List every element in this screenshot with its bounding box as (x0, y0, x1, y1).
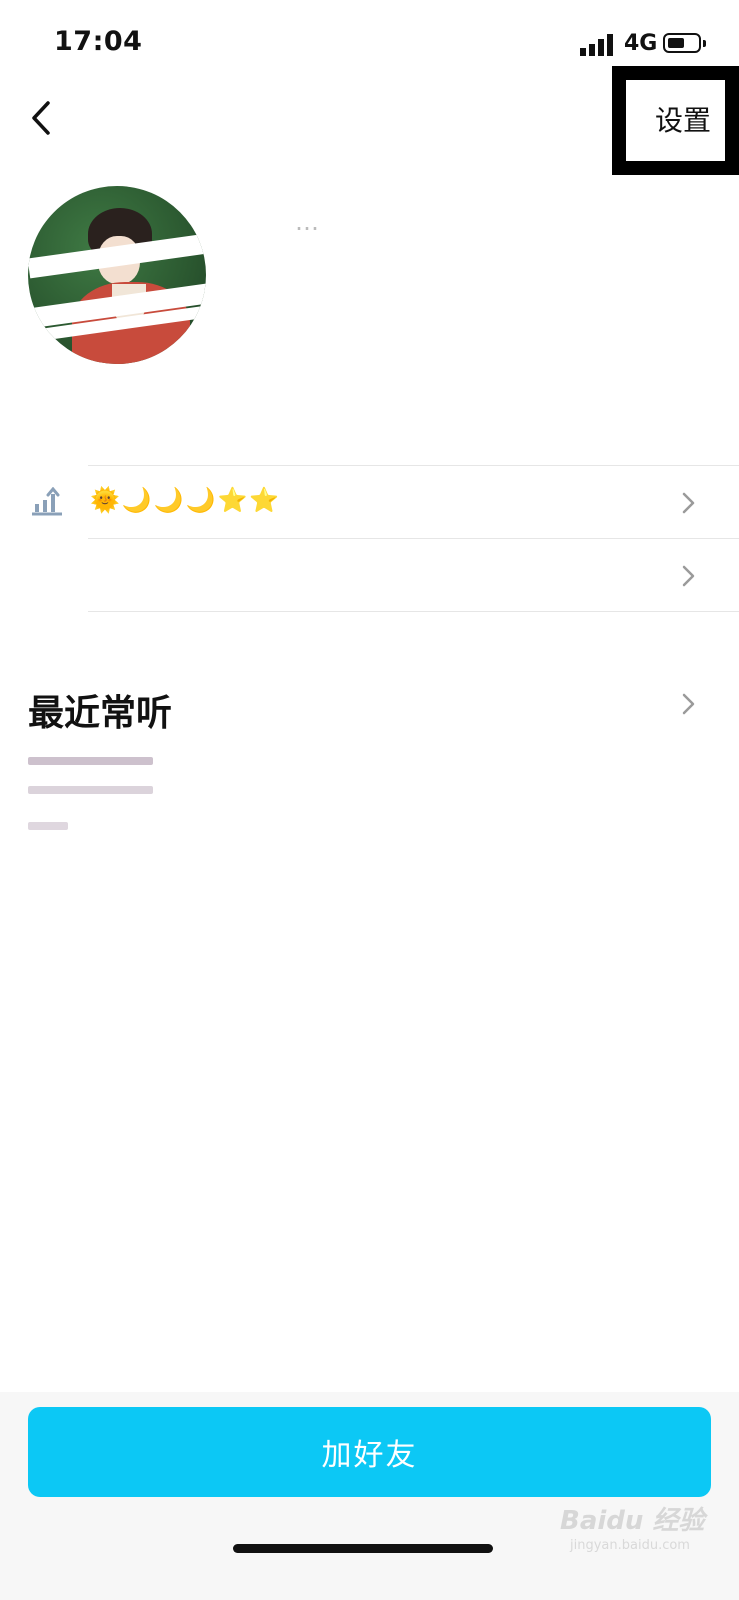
signal-icon (580, 34, 613, 56)
back-arrow-icon[interactable] (28, 100, 58, 136)
battery-tip (703, 40, 706, 47)
add-friend-button[interactable]: 加好友 (28, 1407, 711, 1497)
recent-item-redacted[interactable] (28, 822, 68, 830)
recent-section-title: 最近常听 (28, 693, 173, 734)
baidu-watermark-url: jingyan.baidu.com (570, 1538, 690, 1553)
baidu-watermark: Baidu 经验 (560, 1506, 705, 1536)
level-badges: 🌞🌙🌙🌙⭐⭐ (90, 486, 282, 514)
home-indicator[interactable] (233, 1544, 493, 1553)
avatar[interactable] (28, 186, 206, 364)
chevron-right-icon[interactable] (681, 564, 697, 588)
row-divider (88, 538, 739, 539)
profile-name-redacted: … (295, 208, 319, 236)
chevron-right-icon[interactable] (681, 491, 697, 515)
level-icon (32, 487, 62, 516)
recent-item-redacted[interactable] (28, 786, 153, 794)
battery-icon (663, 33, 701, 53)
row-divider (88, 611, 739, 612)
row-divider (88, 465, 739, 466)
chevron-right-icon[interactable] (681, 692, 697, 716)
status-time: 17:04 (54, 26, 143, 57)
recent-item-redacted[interactable] (28, 757, 153, 765)
settings-button[interactable]: 设置 (655, 99, 711, 139)
network-type: 4G (624, 31, 658, 56)
